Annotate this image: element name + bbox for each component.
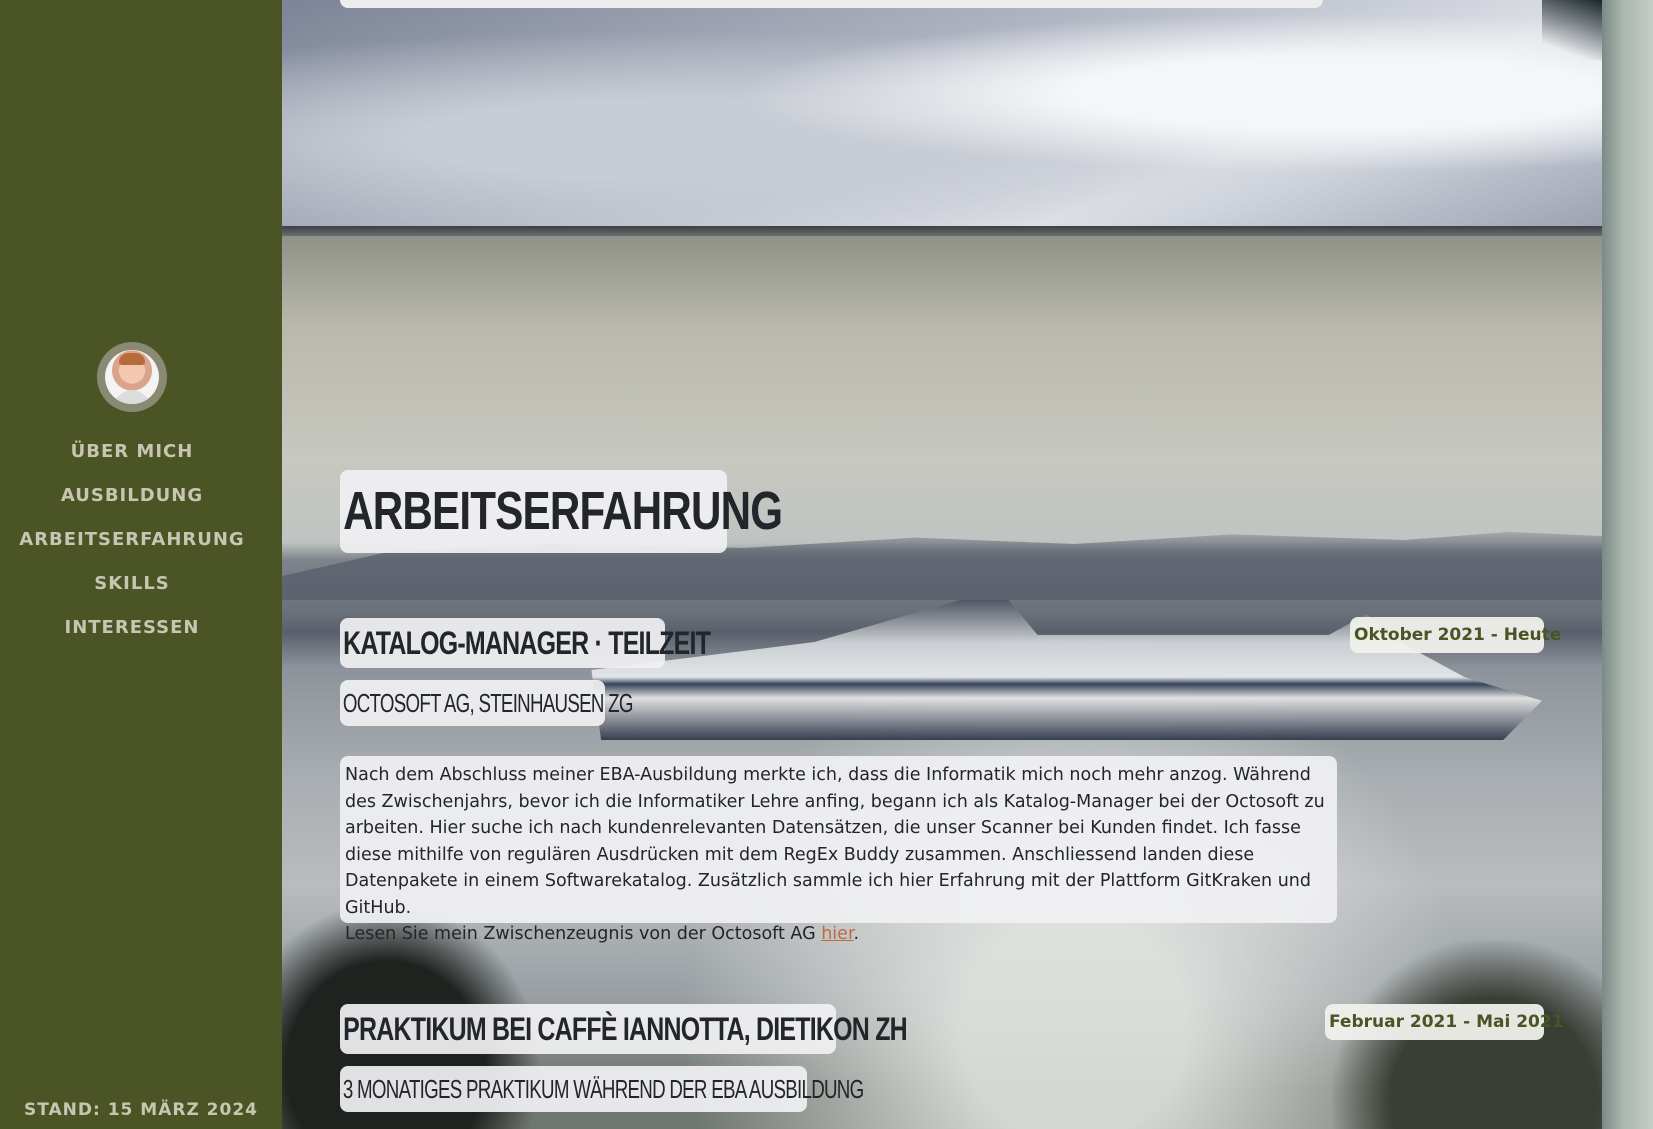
job-description: Nach dem Abschluss meiner EBA-Ausbildung… [340, 756, 1337, 948]
job-date-badge: Oktober 2021 - Heute [1350, 617, 1561, 653]
job-employer-box: Octosoft AG, Steinhausen ZG [340, 680, 634, 726]
job-title-box: Katalog-Manager · Teilzeit [340, 618, 711, 668]
reference-link[interactable]: hier [821, 924, 853, 944]
section-divider [282, 226, 1602, 236]
job-title-2: Praktikum bei Caffè Iannotta, Dietikon Z… [343, 1011, 908, 1047]
job-subtitle-box-2: 3 monatiges Praktikum während der EBA Au… [340, 1066, 864, 1112]
last-updated-text: Stand: 15 März 2024 [23, 1100, 259, 1120]
job-title-box-2: Praktikum bei Caffè Iannotta, Dietikon Z… [340, 1004, 908, 1054]
hero-image-waves [282, 0, 1602, 233]
nav-item-ausbildung[interactable]: Ausbildung [61, 474, 203, 518]
reference-text: Lesen Sie mein Zwischenzeugnis von der O… [345, 924, 822, 944]
nav-item-interessen[interactable]: Interessen [65, 606, 200, 650]
main-content[interactable]: Arbeitserfahrung Katalog-Manager · Teilz… [282, 0, 1602, 1129]
scrollbar-area[interactable] [1602, 0, 1653, 1129]
sidebar: Über mich Ausbildung Arbeitserfahrung Sk… [0, 0, 282, 1129]
nav-item-skills[interactable]: Skills [94, 562, 170, 606]
job-description-box: Nach dem Abschluss meiner EBA-Ausbildung… [340, 756, 1337, 944]
job-employer: Octosoft AG, Steinhausen ZG [342, 688, 634, 718]
reference-end: . [853, 924, 860, 944]
sidebar-nav: Über mich Ausbildung Arbeitserfahrung Sk… [0, 430, 264, 650]
avatar[interactable] [97, 342, 167, 412]
nav-item-ueber-mich[interactable]: Über mich [71, 430, 194, 474]
section-title: Arbeitserfahrung [343, 481, 783, 541]
previous-section-box-edge [340, 0, 1323, 8]
job-title: Katalog-Manager · Teilzeit [343, 625, 711, 661]
hero-image-shadow [1542, 0, 1602, 60]
job-subtitle-2: 3 monatiges Praktikum während der EBA Au… [342, 1074, 864, 1104]
job-date-badge-2: Februar 2021 - Mai 2021 [1325, 1004, 1564, 1040]
section-title-box: Arbeitserfahrung [340, 470, 783, 553]
profile-photo [105, 350, 159, 404]
job-description-text: Nach dem Abschluss meiner EBA-Ausbildung… [345, 765, 1325, 918]
nav-item-arbeitserfahrung[interactable]: Arbeitserfahrung [19, 518, 244, 562]
